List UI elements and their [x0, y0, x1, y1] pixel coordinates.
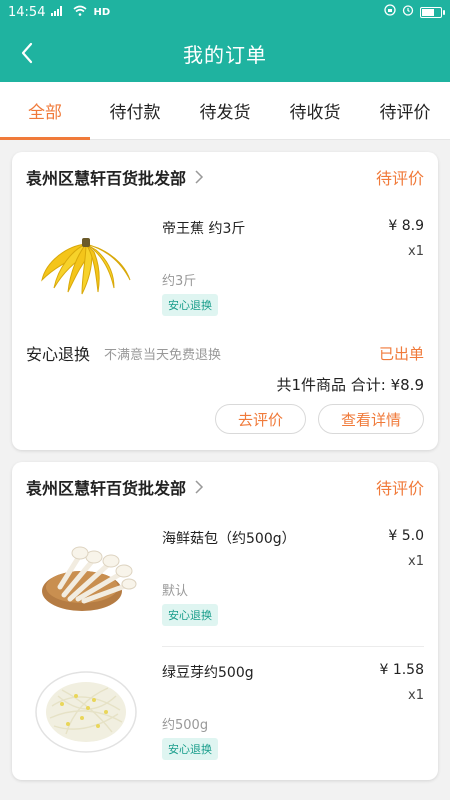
tab-all[interactable]: 全部: [0, 82, 90, 140]
review-button[interactable]: 去评价: [214, 404, 306, 434]
shop-name[interactable]: 袁州区慧轩百货批发部: [26, 475, 186, 499]
product-image-bean-sprouts: [26, 656, 146, 766]
order-status-tabs: 全部 待付款 待发货 待收货 待评价: [0, 82, 450, 140]
product-image-mushroom: [26, 522, 146, 632]
back-button[interactable]: [12, 38, 42, 68]
product-quantity: x1: [408, 244, 424, 259]
product-spec: 默认: [162, 584, 189, 599]
order-header[interactable]: 袁州区慧轩百货批发部 待评价: [12, 152, 438, 202]
chevron-right-icon: [194, 478, 208, 496]
order-item[interactable]: 绿豆芽约500g 约500g 安心退换 ¥ 1.58 x1: [12, 646, 438, 780]
order-status: 待评价: [375, 169, 424, 188]
product-price: ¥ 5.0: [388, 528, 424, 544]
clock: 14:54: [8, 4, 46, 20]
product-image-banana: [26, 212, 146, 322]
product-quantity: x1: [408, 554, 424, 569]
wifi-icon: [73, 5, 87, 20]
delivery-state: 已出单: [378, 344, 424, 363]
page-title: 我的订单: [183, 42, 267, 67]
assurance-badge: 安心退换: [162, 294, 218, 316]
order-status: 待评价: [375, 479, 424, 498]
hd-indicator: HD: [93, 6, 111, 18]
app-header: 我的订单: [0, 24, 450, 82]
order-item[interactable]: 帝王蕉 约3斤 约3斤 安心退换 ¥ 8.9 x1: [12, 202, 438, 336]
tab-pending-shipment[interactable]: 待发货: [180, 82, 270, 139]
product-name: 海鲜菇包（约500g）: [162, 531, 296, 547]
view-details-button[interactable]: 查看详情: [317, 404, 424, 434]
assurance-badge: 安心退换: [162, 738, 218, 760]
order-actions: 去评价 查看详情: [12, 396, 438, 450]
order-card[interactable]: 袁州区慧轩百货批发部 待评价 帝王蕉 约3斤 约3斤 安心退换 ¥ 8.9 x1…: [12, 152, 438, 450]
assurance-title: 安心退换: [26, 345, 91, 364]
order-list[interactable]: 袁州区慧轩百货批发部 待评价 帝王蕉 约3斤 约3斤 安心退换 ¥ 8.9 x1…: [0, 140, 450, 800]
product-price: ¥ 1.58: [379, 662, 424, 678]
assurance-badge: 安心退换: [162, 604, 218, 626]
tab-pending-review[interactable]: 待评价: [360, 82, 450, 139]
product-quantity: x1: [408, 688, 424, 703]
status-bar: 14:54 HD: [0, 0, 450, 24]
assurance-subtitle: 不满意当天免费退换: [104, 347, 222, 363]
product-spec: 约500g: [162, 718, 209, 733]
assurance-row: 安心退换 不满意当天免费退换 已出单: [12, 336, 438, 366]
tab-pending-receipt[interactable]: 待收货: [270, 82, 360, 139]
tab-pending-payment[interactable]: 待付款: [90, 82, 180, 139]
order-header[interactable]: 袁州区慧轩百货批发部 待评价: [12, 462, 438, 512]
alarm-icon: [402, 4, 414, 20]
chevron-left-icon: [21, 42, 33, 64]
order-total: 共1件商品 合计: ¥8.9: [276, 376, 424, 394]
shop-name[interactable]: 袁州区慧轩百货批发部: [26, 165, 186, 189]
order-card[interactable]: 袁州区慧轩百货批发部 待评价 海鲜菇包（约500g） 默认 安心退换 ¥ 5.0…: [12, 462, 438, 780]
cellular-signal-icon: [51, 5, 67, 20]
product-spec: 约3斤: [162, 274, 197, 289]
product-name: 帝王蕉 约3斤: [162, 221, 246, 237]
chevron-right-icon: [194, 168, 208, 186]
product-price: ¥ 8.9: [388, 218, 424, 234]
order-item[interactable]: 海鲜菇包（约500g） 默认 安心退换 ¥ 5.0 x1: [12, 512, 438, 646]
lock-rotation-icon: [384, 4, 396, 20]
battery-icon: [420, 6, 445, 18]
